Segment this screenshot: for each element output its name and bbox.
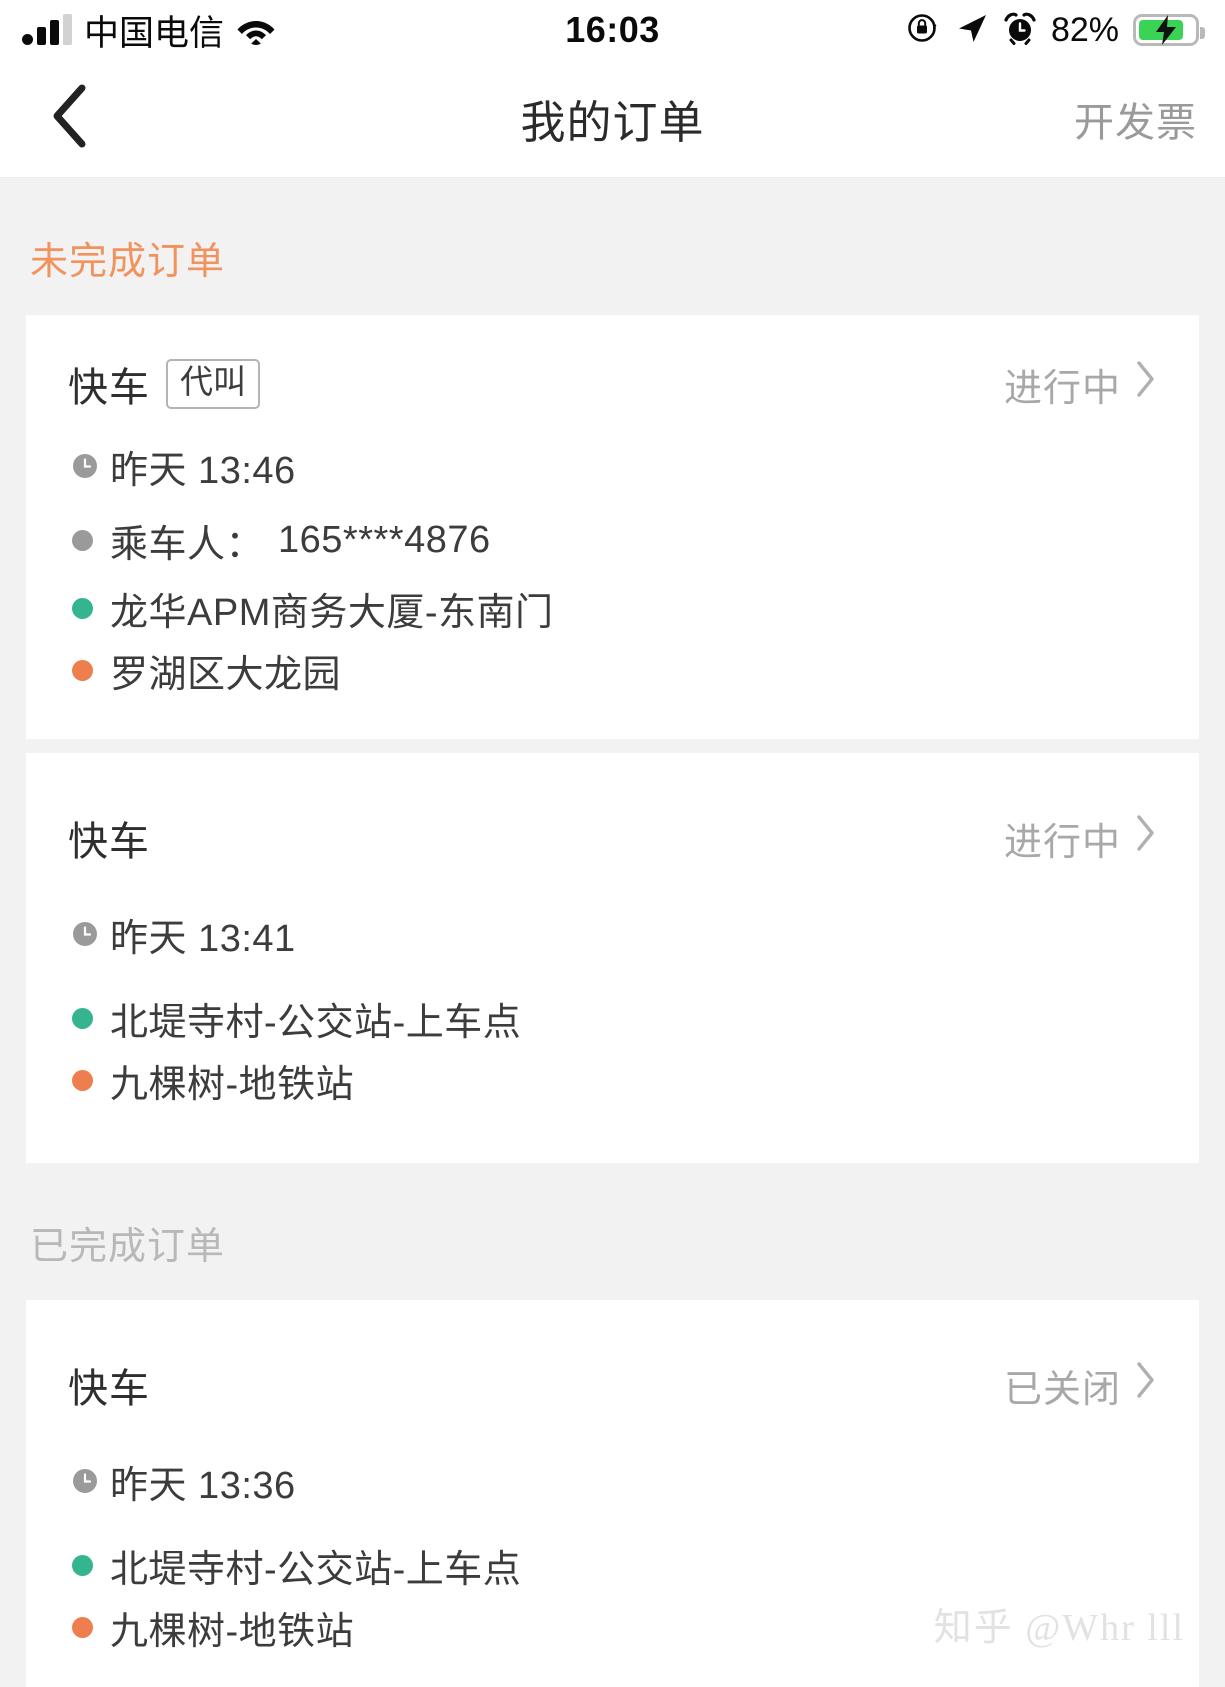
watermark: 知乎 @Whr lll: [933, 1607, 1185, 1649]
order-passenger-row: 乘车人： 165****4876: [72, 509, 1157, 571]
order-details: 昨天 13:46 乘车人： 165****4876 龙华APM商务大厦-东南门: [68, 435, 1157, 701]
rotation-lock-icon: [905, 10, 941, 51]
destination-dot-icon: [72, 659, 110, 681]
orders-list: 未完成订单 快车 代叫 进行中 昨天 13:46 乘车人： 165****487…: [0, 178, 1225, 1687]
order-card-header: 快车 代叫 进行中: [68, 355, 1157, 413]
status-bar-right: 82%: [905, 10, 1205, 51]
order-time-row: 昨天 13:36: [72, 1450, 1157, 1512]
order-origin-row: 北堤寺村-公交站-上车点: [72, 987, 1157, 1049]
chevron-right-icon: [1135, 814, 1157, 862]
chevron-left-icon: [48, 83, 94, 154]
order-origin-label: 北堤寺村-公交站-上车点: [110, 1001, 522, 1044]
order-destination-label: 九棵树-地铁站: [110, 1063, 355, 1106]
order-origin-row: 北堤寺村-公交站-上车点: [72, 1534, 1157, 1596]
order-passenger-value: 165****4876: [278, 518, 491, 561]
wifi-icon: [236, 15, 276, 45]
carrier-label: 中国电信: [84, 13, 225, 53]
chevron-right-icon: [1135, 360, 1157, 408]
order-status-label: 进行中: [1003, 367, 1121, 410]
passenger-dot-icon: [72, 529, 110, 551]
order-status-label: 已关闭: [1003, 1368, 1121, 1411]
status-bar-left: 中国电信: [22, 5, 276, 56]
order-passenger-label: 乘车人：: [110, 523, 265, 566]
destination-dot-icon: [72, 1069, 110, 1091]
order-status[interactable]: 已关闭: [1004, 1358, 1157, 1413]
location-arrow-icon: [955, 11, 989, 50]
order-card-header: 快车 已关闭: [68, 1356, 1157, 1414]
battery-charging-icon: [1133, 14, 1205, 46]
clock-icon: [72, 453, 110, 479]
invoice-button[interactable]: 开发票: [1074, 90, 1197, 148]
order-details: 昨天 13:41 北堤寺村-公交站-上车点 九棵树-地铁站: [68, 903, 1157, 1111]
order-time-label: 昨天 13:36: [110, 1464, 296, 1507]
order-status[interactable]: 进行中: [1004, 357, 1157, 412]
nav-bar: 我的订单 开发票: [0, 60, 1225, 178]
order-time-label: 昨天 13:46: [110, 449, 296, 492]
alarm-clock-icon: [1003, 11, 1037, 50]
destination-dot-icon: [72, 1616, 110, 1638]
order-origin-label: 龙华APM商务大厦-东南门: [110, 591, 554, 634]
order-destination-label: 罗湖区大龙园: [110, 653, 342, 696]
origin-dot-icon: [72, 1554, 110, 1576]
phone-screen: 中国电信 16:03 82% 我的订单 开发票 未完成订单 快车 代叫 进行中 …: [0, 0, 1225, 1687]
status-bar: 中国电信 16:03 82%: [0, 0, 1225, 60]
section-title-pending: 未完成订单: [30, 241, 226, 283]
order-time-label: 昨天 13:41: [110, 917, 296, 960]
order-type-label: 快车: [68, 820, 150, 864]
back-button[interactable]: [36, 84, 106, 154]
status-bar-clock: 16:03: [565, 9, 660, 50]
page-title: 我的订单: [520, 97, 705, 148]
order-badge: 代叫: [166, 359, 260, 409]
section-title-completed: 已完成订单: [30, 1226, 226, 1268]
clock-icon: [72, 921, 110, 947]
order-status-label: 进行中: [1003, 821, 1121, 864]
order-type-label: 快车: [68, 366, 150, 410]
origin-dot-icon: [72, 597, 110, 619]
order-destination-row: 九棵树-地铁站: [72, 1049, 1157, 1111]
clock-icon: [72, 1468, 110, 1494]
order-destination-label: 九棵树-地铁站: [110, 1610, 355, 1653]
order-time-row: 昨天 13:46: [72, 435, 1157, 497]
order-time-row: 昨天 13:41: [72, 903, 1157, 965]
order-origin-label: 北堤寺村-公交站-上车点: [110, 1548, 522, 1591]
order-destination-row: 罗湖区大龙园: [72, 639, 1157, 701]
order-card[interactable]: 快车 进行中 昨天 13:41 北堤寺村-公交站-上车点 九棵树-地铁站: [26, 753, 1199, 1163]
origin-dot-icon: [72, 1007, 110, 1029]
chevron-right-icon: [1135, 1361, 1157, 1409]
order-origin-row: 龙华APM商务大厦-东南门: [72, 577, 1157, 639]
order-card[interactable]: 快车 代叫 进行中 昨天 13:46 乘车人： 165****4876 龙华AP…: [26, 315, 1199, 739]
signal-bars-icon: [22, 14, 72, 45]
order-status[interactable]: 进行中: [1004, 811, 1157, 866]
battery-percent-label: 82%: [1050, 10, 1119, 49]
order-type-label: 快车: [68, 1367, 150, 1411]
order-card-header: 快车 进行中: [68, 809, 1157, 867]
